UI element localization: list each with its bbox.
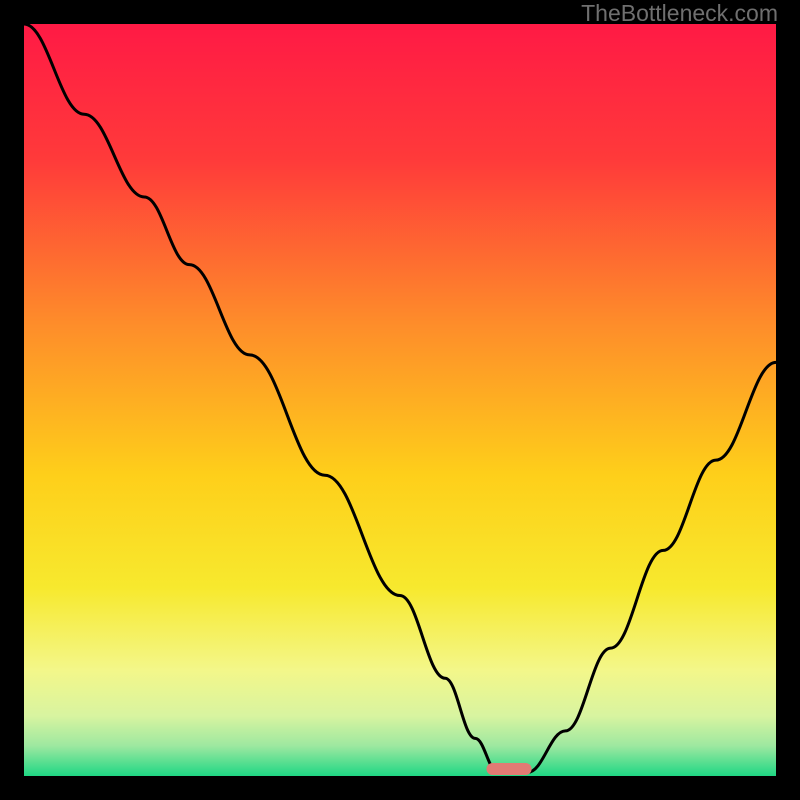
optimal-marker	[486, 763, 531, 775]
chart-canvas	[24, 24, 776, 776]
watermark-text: TheBottleneck.com	[581, 0, 778, 27]
gradient-background	[24, 24, 776, 776]
bottleneck-chart	[24, 24, 776, 776]
